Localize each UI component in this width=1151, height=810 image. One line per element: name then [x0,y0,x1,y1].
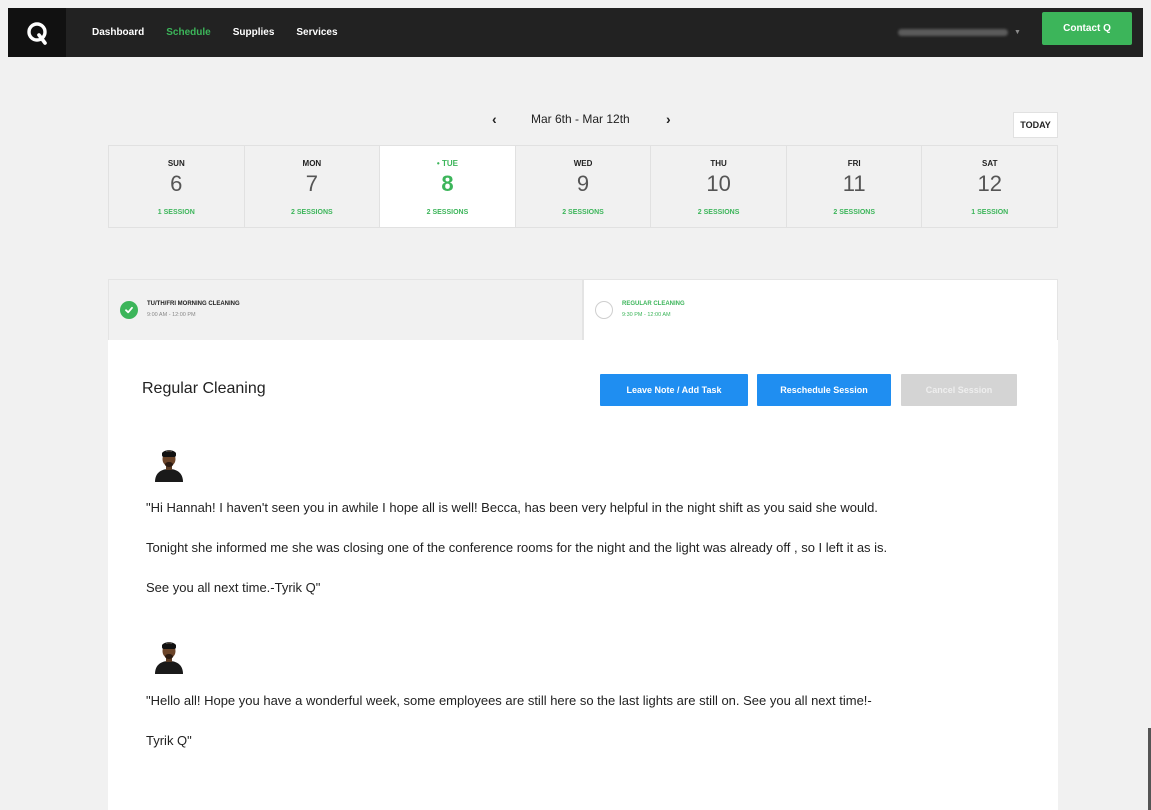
top-navbar: Dashboard Schedule Supplies Services ▼ C… [8,8,1143,57]
note-line: See you all next time.-Tyrik Q" [146,580,321,595]
nav-supplies[interactable]: Supplies [233,27,275,38]
day-fri[interactable]: FRI 11 2 SESSIONS [785,145,922,228]
day-number: 10 [706,171,731,196]
session-title: REGULAR CLEANING [622,301,685,307]
day-number: 8 [441,171,454,196]
day-sat[interactable]: SAT 12 1 SESSION [921,145,1059,228]
session-title: TU/TH/FRI MORNING CLEANING [147,301,240,307]
week-range: Mar 6th - Mar 12th [531,112,630,126]
day-name: • TUE [436,159,458,168]
checkmark-icon [120,301,138,319]
day-wed[interactable]: WED 9 2 SESSIONS [514,145,651,228]
session-tab-morning-cleaning[interactable]: TU/TH/FRI MORNING CLEANING 9:00 AM - 12:… [108,279,583,341]
day-number: 11 [842,171,866,196]
day-number: 12 [977,171,1002,196]
day-number: 9 [576,171,590,196]
note-line: "Hello all! Hope you have a wonderful we… [146,693,872,708]
day-name: MON [302,159,322,168]
today-button[interactable]: TODAY [1013,112,1058,138]
day-sun[interactable]: SUN 6 1 SESSION [108,145,244,228]
q-logo-icon[interactable] [8,8,66,57]
day-session-count: 2 SESSIONS [562,209,604,216]
session-detail-title: Regular Cleaning [142,380,266,397]
day-thu[interactable]: THU 10 2 SESSIONS [650,145,786,228]
day-number: 7 [305,171,318,196]
note-line: Tyrik Q" [146,733,192,748]
reschedule-session-button[interactable]: Reschedule Session [757,374,891,406]
chevron-left-icon[interactable]: ‹ [492,110,497,128]
day-session-count: 2 SESSIONS [291,209,333,216]
day-name: THU [710,159,727,168]
account-dropdown[interactable]: ▼ [898,27,1021,38]
day-name: SUN [167,159,185,168]
day-name: SAT [982,159,998,168]
nav-schedule[interactable]: Schedule [166,27,210,38]
session-time: 9:00 AM - 12:00 PM [147,312,196,318]
session-tab-regular-cleaning[interactable]: REGULAR CLEANING 9:30 PM - 12:00 AM [583,279,1058,341]
account-name-redacted [898,29,1008,36]
nav-services[interactable]: Services [296,27,337,38]
empty-circle-icon [595,301,613,319]
day-session-count: 2 SESSIONS [833,209,875,216]
avatar [152,638,186,674]
nav-dashboard[interactable]: Dashboard [92,27,144,38]
avatar [152,446,186,482]
session-detail-panel: Regular Cleaning Leave Note / Add Task R… [108,340,1058,810]
day-tue[interactable]: • TUE 8 2 SESSIONS [379,145,515,228]
note-line: Tonight she informed me she was closing … [146,540,888,555]
chevron-right-icon[interactable]: › [666,110,671,128]
cancel-session-button[interactable]: Cancel Session [901,374,1017,406]
day-session-count: 2 SESSIONS [426,209,469,216]
day-session-count: 2 SESSIONS [697,209,740,216]
week-navigator: ‹ Mar 6th - Mar 12th › [0,110,1151,128]
session-time: 9:30 PM - 12:00 AM [622,312,671,318]
chevron-down-icon: ▼ [1014,29,1021,36]
main-nav: Dashboard Schedule Supplies Services [92,8,338,57]
day-strip: SUN 6 1 SESSION MON 7 2 SESSIONS • TUE 8… [108,145,1059,228]
session-tabs: TU/TH/FRI MORNING CLEANING 9:00 AM - 12:… [108,279,1058,341]
day-name: FRI [847,159,861,168]
leave-note-button[interactable]: Leave Note / Add Task [600,374,748,406]
day-number: 6 [170,171,183,196]
note-line: "Hi Hannah! I haven't seen you in awhile… [146,500,878,515]
day-mon[interactable]: MON 7 2 SESSIONS [243,145,380,228]
day-session-count: 1 SESSION [971,209,1009,216]
day-session-count: 1 SESSION [157,209,195,216]
contact-q-button[interactable]: Contact Q [1042,12,1132,45]
day-name: WED [573,159,593,168]
